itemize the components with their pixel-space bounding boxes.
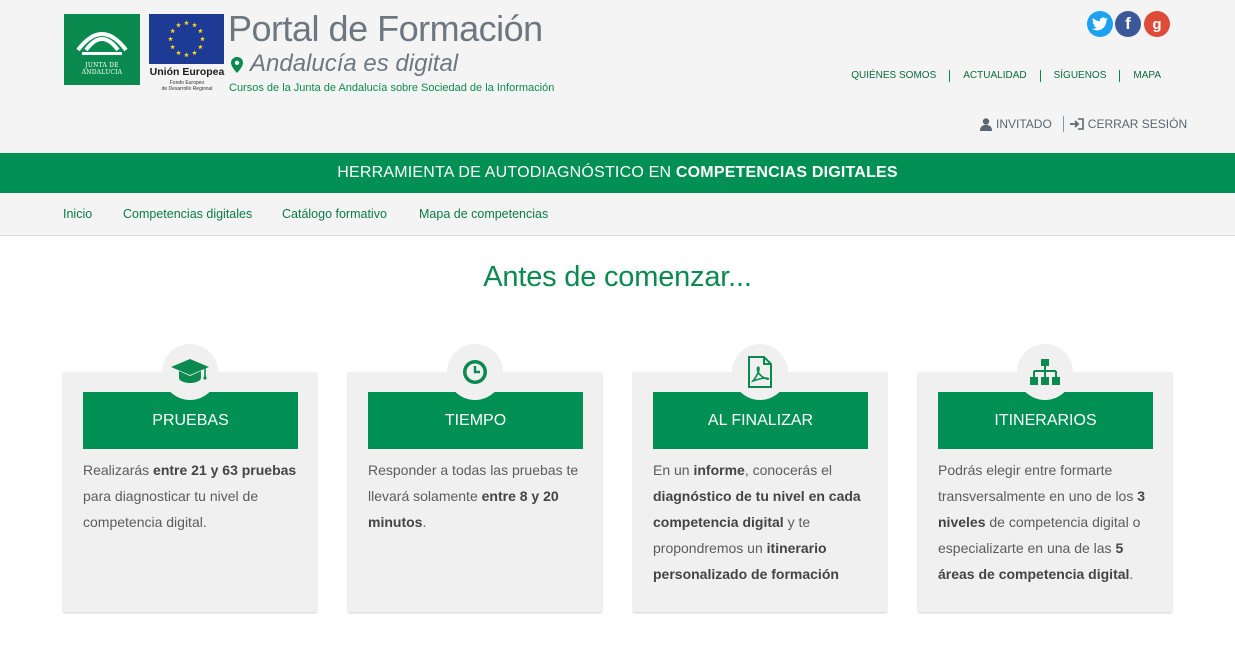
user-area: INVITADO CERRAR SESIÓN xyxy=(980,116,1187,132)
eu-star xyxy=(176,22,181,28)
tool-banner: HERRAMIENTA DE AUTODIAGNÓSTICO EN COMPET… xyxy=(0,153,1235,193)
facebook-glyph: f xyxy=(1125,14,1131,33)
banner-prefix: HERRAMIENTA DE AUTODIAGNÓSTICO EN xyxy=(337,164,676,181)
card-text-run: . xyxy=(1129,566,1134,582)
card-text-run: En un xyxy=(653,462,694,478)
twitter-icon[interactable] xyxy=(1087,11,1113,37)
card-title: TIEMPO xyxy=(368,392,583,449)
nav-competencias-digitales[interactable]: Competencias digitales xyxy=(123,207,252,221)
card-tiempo: TIEMPO Responder a todas las pruebas te … xyxy=(348,372,602,612)
card-itinerarios: ITINERARIOS Podrás elegir entre formarte… xyxy=(918,372,1172,612)
card-text-run: . xyxy=(422,514,427,530)
eu-star xyxy=(197,28,203,34)
eu-star xyxy=(170,28,176,34)
nav-mapa-competencias[interactable]: Mapa de competencias xyxy=(419,207,548,221)
eu-flag xyxy=(149,14,224,64)
card-pruebas: PRUEBAS Realizarás entre 21 y 63 pruebas… xyxy=(63,372,317,612)
eu-stars-icon xyxy=(168,20,205,58)
card-title: ITINERARIOS xyxy=(938,392,1153,449)
graduation-cap-icon xyxy=(162,344,218,400)
junta-andalucia-logo[interactable]: JUNTA DE ANDALUCIA xyxy=(64,14,140,85)
nav-inicio[interactable]: Inicio xyxy=(63,207,92,221)
portal-tagline: Cursos de la Junta de Andalucía sobre So… xyxy=(229,82,555,94)
junta-arch-icon xyxy=(76,32,128,55)
card-text-run: , conocerás el xyxy=(744,462,832,478)
eu-star xyxy=(176,50,181,55)
card-text: Realizarás entre 21 y 63 pruebas para di… xyxy=(83,457,305,535)
card-text-run: para diagnosticar tu nivel de competenci… xyxy=(83,488,259,530)
google-plus-icon[interactable]: g xyxy=(1144,11,1170,37)
eu-logo[interactable]: Unión Europea Fondo Europeo de Desarroll… xyxy=(148,14,226,98)
eu-star xyxy=(170,44,176,50)
google-glyph: g xyxy=(1152,15,1162,33)
portal-title[interactable]: Portal de Formación xyxy=(228,8,543,50)
pdf-file-icon xyxy=(732,344,788,400)
eu-title: Unión Europea xyxy=(149,66,225,78)
top-menu-mapa[interactable]: MAPA xyxy=(1119,70,1175,82)
location-pin-icon xyxy=(231,57,243,73)
card-text: Responder a todas las pruebas te llevará… xyxy=(368,457,590,535)
eu-star xyxy=(192,50,197,55)
card-al-finalizar: AL FINALIZAR En un informe, conocerás el… xyxy=(633,372,887,612)
eu-star xyxy=(192,22,197,28)
clock-icon xyxy=(447,344,503,400)
main-nav: Inicio Competencias digitales Catálogo f… xyxy=(0,193,1235,236)
logout-icon xyxy=(1069,118,1084,130)
card-title: AL FINALIZAR xyxy=(653,392,868,449)
top-menu-actualidad[interactable]: ACTUALIDAD xyxy=(949,70,1039,82)
user-area-divider xyxy=(1062,116,1064,132)
user-icon xyxy=(980,117,992,131)
portal-subtitle: Andalucía es digital xyxy=(250,50,459,77)
eu-star xyxy=(168,36,173,42)
eu-star xyxy=(184,20,189,26)
top-menu: QUIÉNES SOMOS ACTUALIDAD SÍGUENOS MAPA xyxy=(851,70,1175,82)
card-text-bold: entre 21 y 63 pruebas xyxy=(153,462,297,478)
card-text-bold: informe xyxy=(693,462,745,478)
nav-catalogo-formativo[interactable]: Catálogo formativo xyxy=(282,207,387,221)
card-text-bold: diagnóstico de tu nivel en cada competen… xyxy=(653,488,861,530)
eu-subtitle: Fondo Europeo de Desarrollo Regional xyxy=(148,80,226,92)
banner-bold: COMPETENCIAS DIGITALES xyxy=(675,164,898,181)
site-header: JUNTA DE ANDALUCIA Unión Europea Fondo E… xyxy=(0,0,1235,153)
card-title: PRUEBAS xyxy=(83,392,298,449)
facebook-icon[interactable]: f xyxy=(1115,11,1141,37)
card-text: En un informe, conocerás el diagnóstico … xyxy=(653,457,875,587)
top-menu-siguenos[interactable]: SÍGUENOS xyxy=(1039,70,1120,82)
eu-subtitle-line2: de Desarrollo Regional xyxy=(161,86,213,92)
page-heading: Antes de comenzar... xyxy=(483,261,752,293)
card-text: Podrás elegir entre formarte transversal… xyxy=(938,457,1160,587)
top-menu-quienes-somos[interactable]: QUIÉNES SOMOS xyxy=(838,70,949,82)
card-text-run: Realizarás xyxy=(83,462,154,478)
eu-star xyxy=(200,36,205,42)
sitemap-icon xyxy=(1017,344,1073,400)
junta-label: JUNTA DE ANDALUCIA xyxy=(81,62,123,76)
eu-star xyxy=(184,52,189,58)
card-text-run: Podrás elegir entre formarte transversal… xyxy=(938,462,1138,504)
logout-button[interactable]: CERRAR SESIÓN xyxy=(1088,117,1187,131)
eu-star xyxy=(197,44,203,50)
user-guest-label[interactable]: INVITADO xyxy=(996,117,1052,131)
